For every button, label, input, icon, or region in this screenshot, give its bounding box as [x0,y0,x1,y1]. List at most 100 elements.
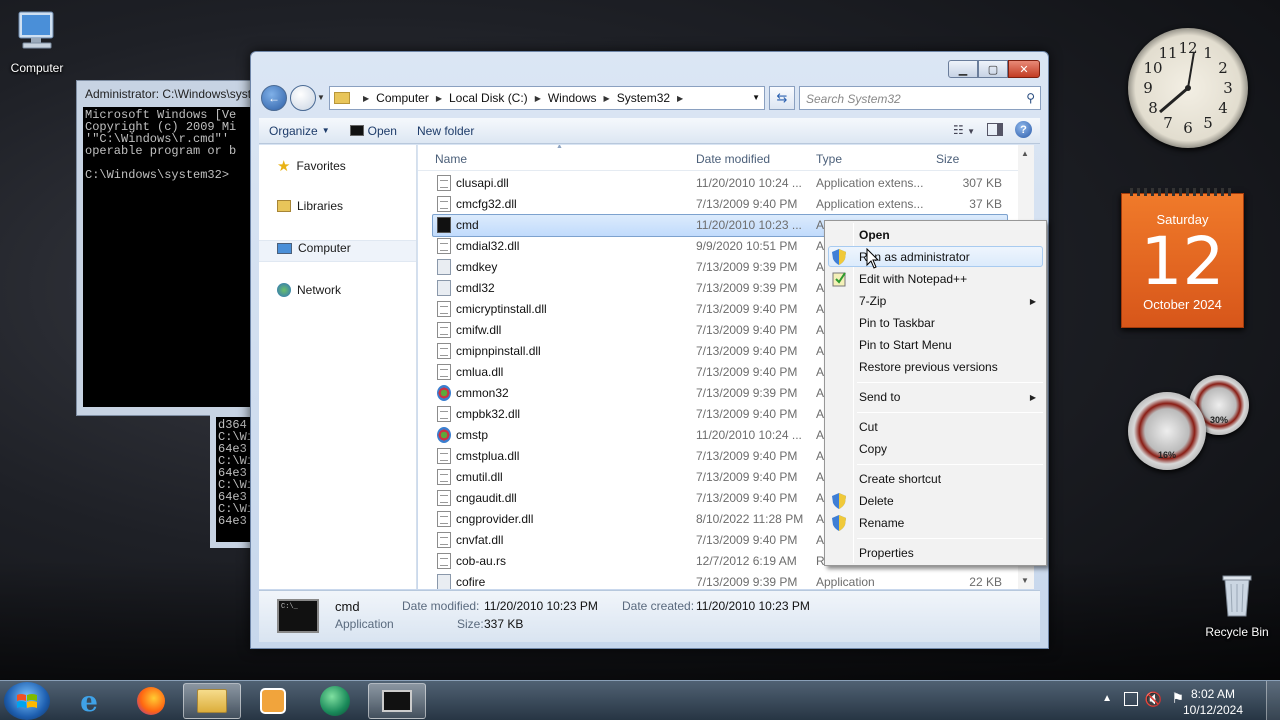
breadcrumb-chevron-icon[interactable]: ▶ [604,94,610,103]
internet-explorer-icon: e [80,684,98,718]
column-header-name[interactable]: Name [435,152,467,166]
uac-shield-icon [832,493,846,509]
volume-muted-icon[interactable]: 🔇 [1145,691,1162,708]
open-label: Open [367,123,397,138]
open-button[interactable]: Open [340,124,407,138]
breadcrumb-local-disk[interactable]: Local Disk (C:) [449,91,528,105]
breadcrumb-computer[interactable]: Computer [376,91,429,105]
file-row[interactable]: cofire 7/13/2009 9:39 PM Application 22 KB [418,571,1034,589]
gear-icon [437,385,451,401]
menu-item-restore-previous-versions[interactable]: Restore previous versions [859,360,998,374]
nav-item-favorites[interactable]: ★ Favorites [277,157,346,175]
breadcrumb-windows[interactable]: Windows [548,91,597,105]
file-date: 7/13/2009 9:40 PM [696,302,798,316]
taskbar-firefox[interactable] [122,683,180,719]
refresh-icon: ⇆ [776,90,788,105]
preview-pane-icon[interactable] [987,123,1003,136]
file-row[interactable]: clusapi.dll 11/20/2010 10:24 ... Applicati… [418,172,1034,193]
menu-item-open[interactable]: Open [859,228,890,242]
address-bar[interactable]: ▶ Computer ▶ Local Disk (C:) ▶ Windows ▶… [329,86,765,110]
file-date: 8/10/2022 11:28 PM [696,512,804,526]
cpu-meter[interactable]: 16% [1128,392,1206,470]
nav-item-network[interactable]: Network [277,283,341,297]
breadcrumb-chevron-icon[interactable]: ▶ [363,94,369,103]
breadcrumb-chevron-icon[interactable]: ▶ [535,94,541,103]
command-prompt-icon [382,690,412,712]
taskbar-command-prompt[interactable] [368,683,426,719]
dll-file-icon [437,448,451,464]
menu-item-create-shortcut[interactable]: Create shortcut [859,472,941,486]
action-center-icon[interactable] [1124,692,1138,706]
menu-item-properties[interactable]: Properties [859,546,914,560]
column-header-type[interactable]: Type [816,152,842,166]
file-name: cngaudit.dll [456,491,517,505]
address-dropdown-icon[interactable]: ▼ [752,93,760,102]
search-icon: ⚲ [1026,91,1035,105]
dll-file-icon [437,490,451,506]
nav-item-libraries[interactable]: Libraries [277,199,343,213]
console-window[interactable]: Administrator: C:\Windows\system32\cmd.e… [76,80,256,416]
maximize-button[interactable]: ▢ [978,60,1008,78]
back-button[interactable]: ← [261,85,287,111]
menu-item-pin-to-start-menu[interactable]: Pin to Start Menu [859,338,952,352]
menu-item-pin-to-taskbar[interactable]: Pin to Taskbar [859,316,935,330]
column-header-size[interactable]: Size [936,152,959,166]
nav-label: Favorites [296,159,346,173]
taskbar-app-globe[interactable] [306,683,364,719]
search-input[interactable]: Search System32 ⚲ [799,86,1041,110]
new-folder-button[interactable]: New folder [407,124,484,138]
arrow-left-icon: ← [268,91,280,105]
console-icon [437,217,451,233]
view-options-icon[interactable]: ☷ ▼ [953,123,975,137]
breadcrumb-system32[interactable]: System32 [617,91,670,105]
taskbar-media-player[interactable] [244,683,302,719]
refresh-button[interactable]: ⇆ [769,86,795,110]
file-size: 22 KB [969,575,1002,589]
nav-item-computer[interactable]: Computer [277,241,351,255]
file-date: 11/20/2010 10:23 ... [696,218,802,232]
submenu-arrow-icon: ▶ [1029,297,1036,306]
taskbar-internet-explorer[interactable]: e [60,683,118,719]
organize-button[interactable]: Organize ▼ [259,124,340,138]
uac-shield-icon [832,515,846,531]
menu-item-cut[interactable]: Cut [859,420,878,434]
nav-label: Computer [298,241,351,255]
close-button[interactable]: ✕ [1008,60,1040,78]
desktop-icon-recycle-bin[interactable]: Recycle Bin [1197,570,1277,639]
show-desktop-button[interactable] [1266,681,1280,720]
taskbar-clock[interactable]: 8:02 AM 10/12/2024 [1178,686,1248,718]
scroll-down-icon[interactable]: ▼ [1021,576,1029,585]
clock-gadget[interactable]: 12 1 2 3 4 5 6 7 8 9 10 11 [1128,28,1248,148]
help-icon[interactable]: ? [1015,121,1032,138]
menu-item-7zip[interactable]: 7-Zip [859,294,886,308]
dll-file-icon [437,343,451,359]
taskbar: e ▲ 🔇 ⚑ 8:02 AM 10/12/2024 [0,680,1280,720]
show-hidden-icons-icon[interactable]: ▲ [1102,693,1112,704]
breadcrumb-chevron-icon[interactable]: ▶ [677,94,683,103]
dll-file-icon [437,238,451,254]
firefox-icon [137,687,165,715]
breadcrumb-chevron-icon[interactable]: ▶ [436,94,442,103]
dll-file-icon [437,469,451,485]
column-header-date[interactable]: Date modified [696,152,770,166]
calendar-gadget[interactable]: Saturday 12 October 2024 [1121,188,1244,328]
desktop-icon-computer[interactable]: Computer [0,10,77,75]
forward-button[interactable] [290,85,316,111]
minimize-button[interactable]: ▁ [948,60,978,78]
menu-item-send-to[interactable]: Send to [859,390,900,404]
start-button[interactable] [4,682,50,720]
file-row[interactable]: cmcfg32.dll 7/13/2009 9:40 PM Application … [418,193,1034,214]
nav-label: Network [297,283,342,297]
scroll-up-icon[interactable]: ▲ [1021,149,1029,158]
menu-item-edit-with-notepad[interactable]: Edit with Notepad++ [859,272,967,286]
menu-item-copy[interactable]: Copy [859,442,887,456]
menu-item-rename[interactable]: Rename [859,516,904,530]
column-headers: Name ▲ Date modified Type Size [418,145,1034,171]
console-line: C:\Windows\system32> [85,168,230,182]
recent-pages-dropdown[interactable]: ▼ [317,93,325,102]
menu-separator [857,382,1043,383]
menu-item-delete[interactable]: Delete [859,494,894,508]
command-bar: Organize ▼ Open New folder ☷ ▼ ? [259,118,1040,144]
taskbar-explorer[interactable] [183,683,241,719]
file-date: 7/13/2009 9:39 PM [696,260,798,274]
